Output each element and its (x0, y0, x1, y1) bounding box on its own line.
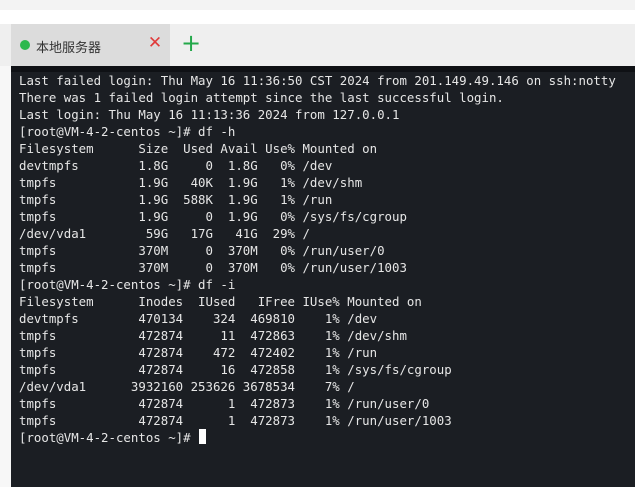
terminal-line: Filesystem Size Used Avail Use% Mounted … (19, 141, 378, 156)
close-icon[interactable]: ✕ (147, 34, 163, 52)
terminal-panel[interactable]: Last failed login: Thu May 16 11:36:50 C… (11, 66, 635, 487)
terminal-line: /dev/vda1 3932160 253626 3678534 7% / (19, 379, 355, 394)
terminal-line: tmpfs 370M 0 370M 0% /run/user/1003 (19, 260, 407, 275)
add-tab-icon[interactable]: + (180, 31, 202, 55)
tab-title: 本地服务器 (36, 41, 102, 56)
terminal-line: There was 1 failed login attempt since t… (19, 90, 504, 105)
terminal-line: tmpfs 370M 0 370M 0% /run/user/0 (19, 243, 385, 258)
terminal-line: Filesystem Inodes IUsed IFree IUse% Moun… (19, 294, 422, 309)
terminal-line: tmpfs 1.9G 588K 1.9G 1% /run (19, 192, 333, 207)
terminal-cursor (199, 429, 207, 444)
terminal-line: /dev/vda1 59G 17G 41G 29% / (19, 226, 310, 241)
terminal-line: tmpfs 472874 11 472863 1% /dev/shm (19, 328, 407, 343)
terminal-line: [root@VM-4-2-centos ~]# df -i (19, 277, 236, 292)
terminal-prompt-line[interactable]: [root@VM-4-2-centos ~]# (19, 429, 616, 446)
left-gutter (0, 66, 11, 487)
terminal-line: devtmpfs 1.8G 0 1.8G 0% /dev (19, 158, 333, 173)
tab-bar: 本地服务器 ✕ + (0, 24, 635, 67)
terminal-line: tmpfs 472874 1 472873 1% /run/user/0 (19, 396, 430, 411)
terminal-line: devtmpfs 470134 324 469810 1% /dev (19, 311, 378, 326)
terminal-line: tmpfs 1.9G 40K 1.9G 1% /dev/shm (19, 175, 363, 190)
tab-local-server[interactable]: 本地服务器 ✕ (11, 24, 170, 66)
terminal-line: tmpfs 472874 16 472858 1% /sys/fs/cgroup (19, 362, 452, 377)
window-top-strip (0, 0, 635, 10)
terminal-line: tmpfs 472874 1 472873 1% /run/user/1003 (19, 413, 452, 428)
connection-status-icon (20, 40, 30, 50)
terminal-output: Last failed login: Thu May 16 11:36:50 C… (19, 72, 616, 446)
window-gap (0, 10, 635, 24)
terminal-line: tmpfs 1.9G 0 1.9G 0% /sys/fs/cgroup (19, 209, 407, 224)
terminal-line: [root@VM-4-2-centos ~]# df -h (19, 124, 236, 139)
terminal-prompt: [root@VM-4-2-centos ~]# (19, 430, 199, 445)
terminal-line: tmpfs 472874 472 472402 1% /run (19, 345, 378, 360)
terminal-line: Last failed login: Thu May 16 11:36:50 C… (19, 73, 616, 88)
terminal-line: Last login: Thu May 16 11:13:36 2024 fro… (19, 107, 400, 122)
